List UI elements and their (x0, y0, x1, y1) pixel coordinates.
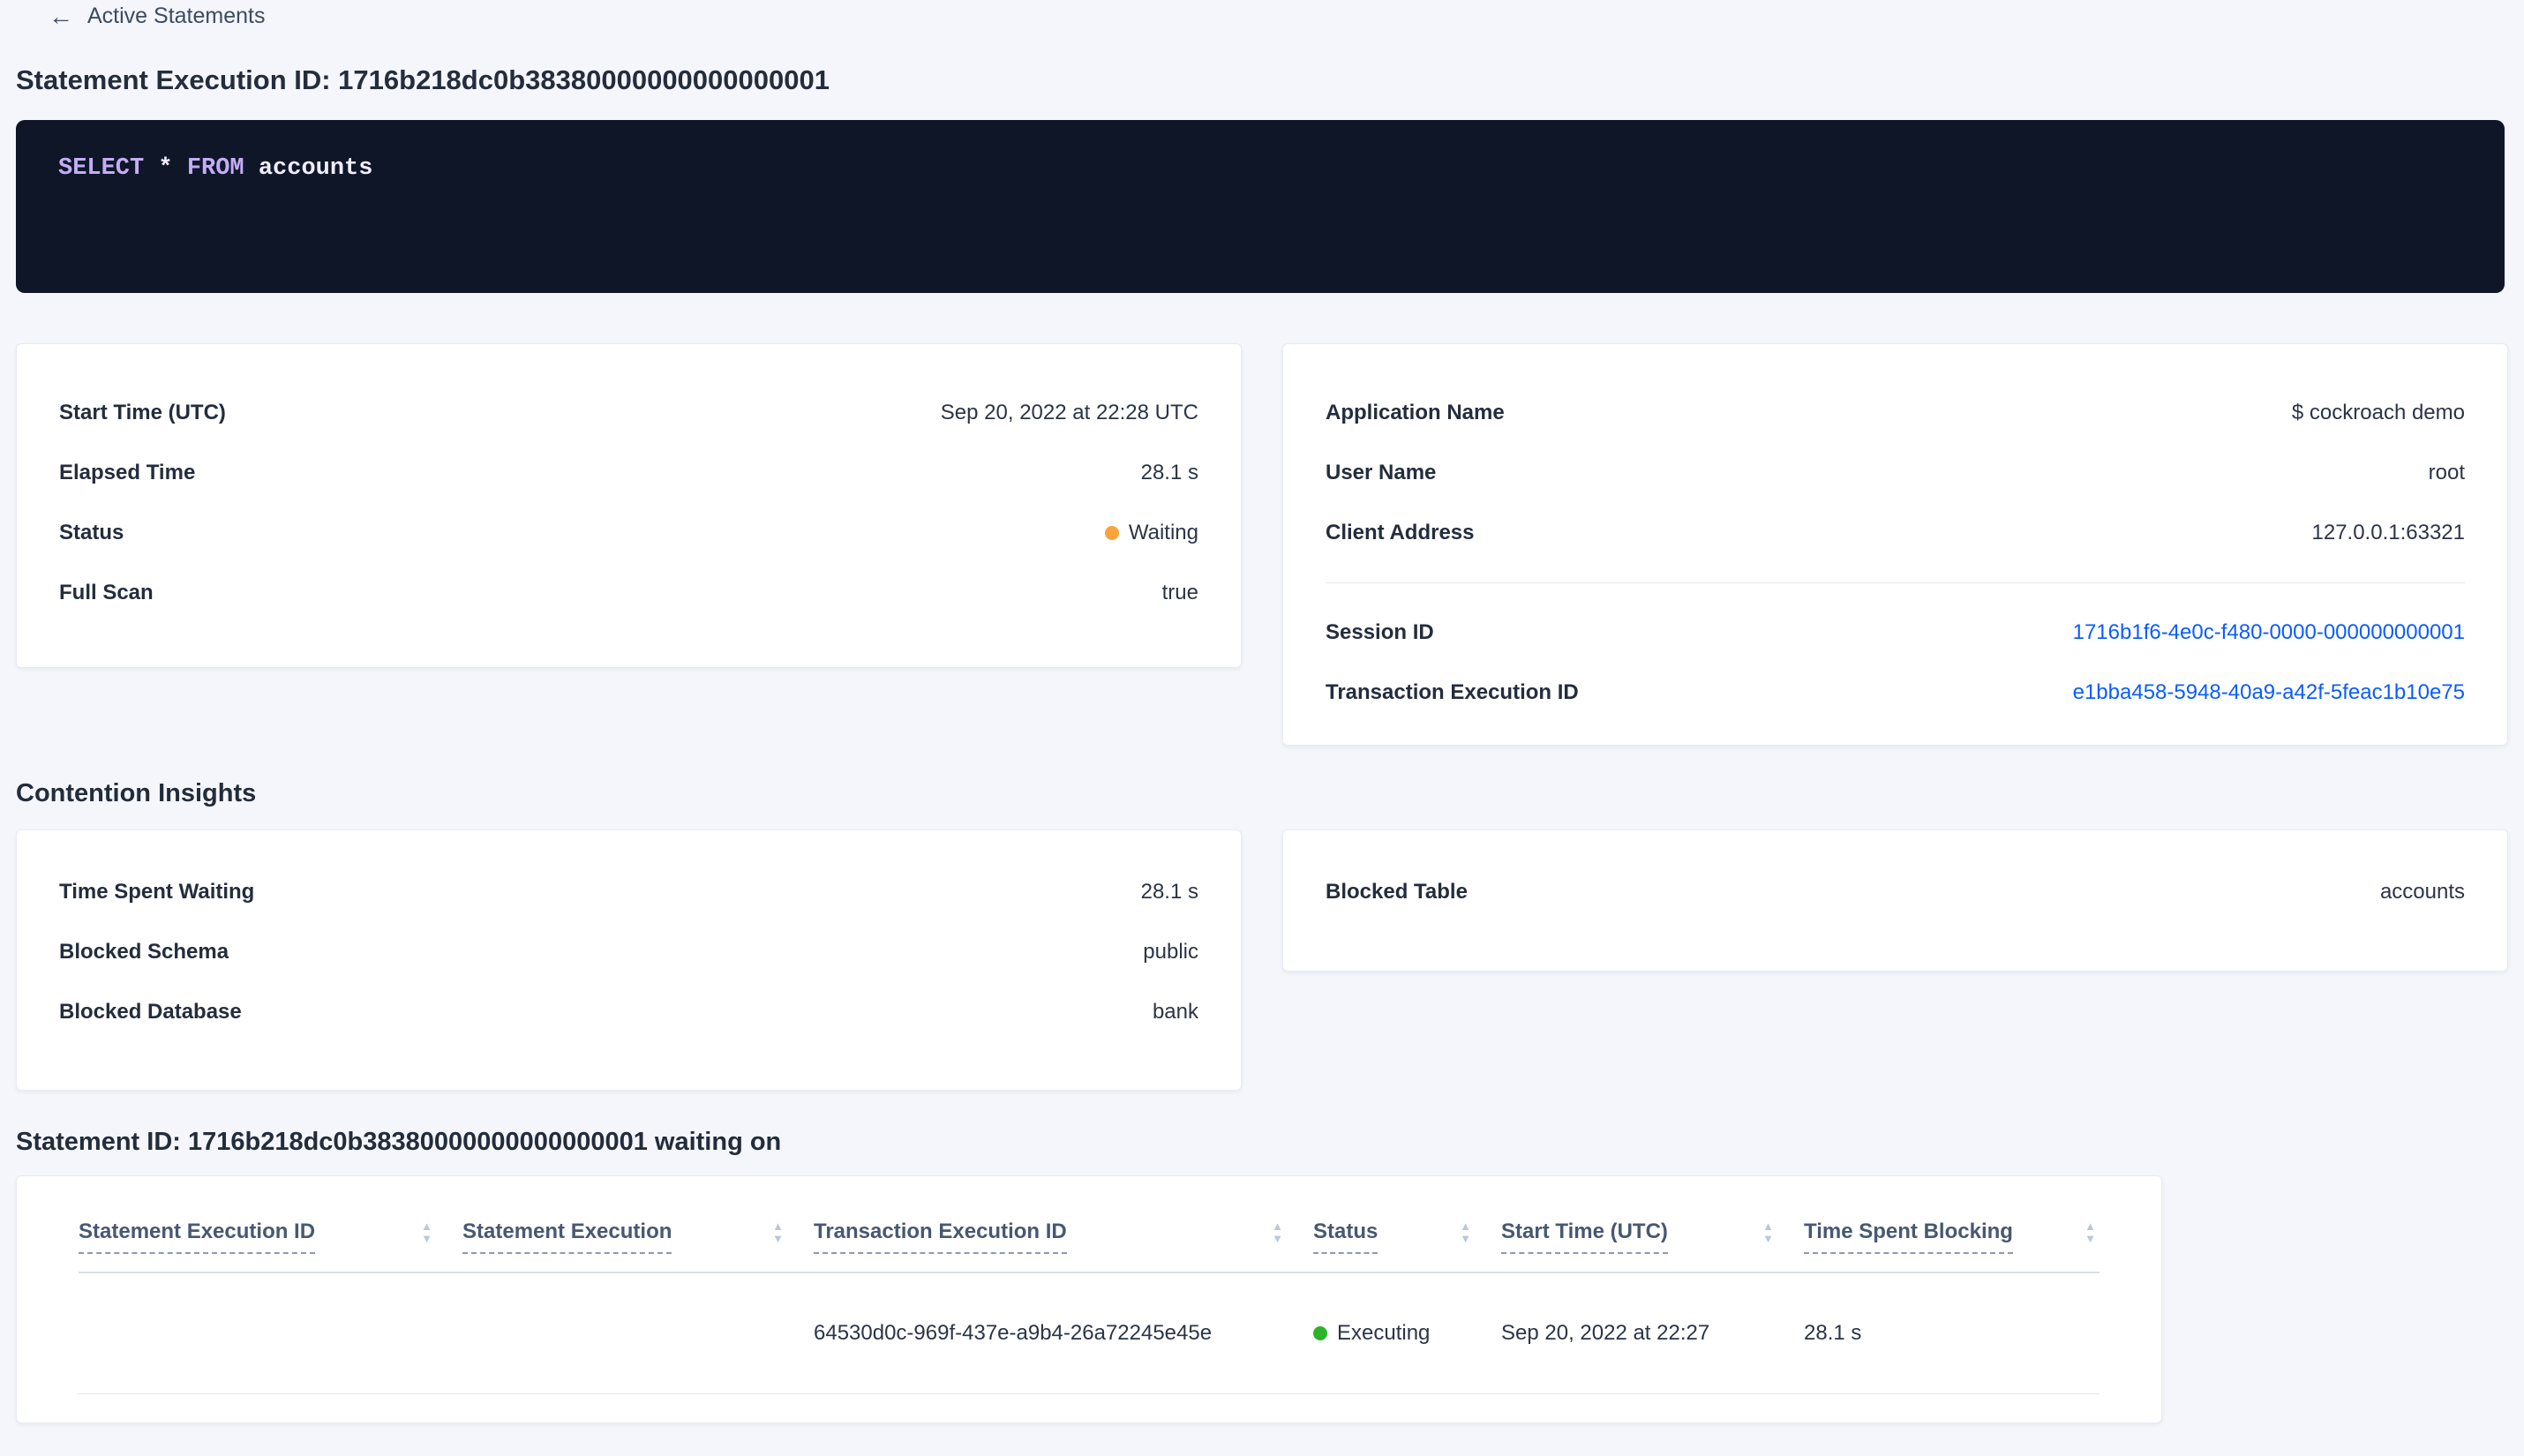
sort-desc-icon: ▼ (421, 1232, 432, 1245)
page-title: Statement Execution ID: 1716b218dc0b3838… (16, 64, 830, 95)
sort-icon[interactable]: ▲ ▼ (1460, 1220, 1471, 1244)
sort-icon[interactable]: ▲ ▼ (421, 1220, 432, 1244)
detail-value: Sep 20, 2022 at 22:28 UTC (940, 401, 1198, 424)
cell-start-time: Sep 20, 2022 at 22:27 (1501, 1321, 1710, 1345)
detail-row-status: Status Waiting (59, 503, 1198, 563)
sort-desc-icon: ▼ (1762, 1232, 1774, 1245)
status-text: Waiting (1128, 521, 1198, 544)
column-header-statement-execution[interactable]: Statement Execution ▲ ▼ (462, 1219, 814, 1254)
waiting-statements-table: Statement Execution ID ▲ ▼ Statement Exe… (16, 1175, 2162, 1423)
sort-asc-icon: ▲ (1762, 1220, 1774, 1233)
detail-label: Elapsed Time (59, 461, 196, 484)
sort-icon[interactable]: ▲ ▼ (2085, 1220, 2096, 1244)
detail-row-application-name: Application Name $ cockroach demo (1326, 383, 2465, 443)
detail-label: Application Name (1326, 401, 1505, 424)
detail-label: Status (59, 521, 124, 544)
detail-label: Session ID (1326, 620, 1434, 644)
detail-row-transaction-execution-id: Transaction Execution ID e1bba458-5948-4… (1326, 663, 2465, 723)
column-header-statement-execution-id[interactable]: Statement Execution ID ▲ ▼ (79, 1219, 462, 1254)
sql-table-name: accounts (244, 155, 373, 182)
cell-time-spent-blocking: 28.1 s (1804, 1321, 1862, 1345)
detail-row-blocked-table: Blocked Table accounts (1326, 862, 2465, 922)
back-link-label: Active Statements (87, 4, 266, 28)
cell-transaction-execution-id: 64530d0c-969f-437e-a9b4-26a72245e45e (814, 1321, 1213, 1345)
card-divider (1326, 582, 2465, 583)
sql-keyword-select: SELECT (58, 155, 145, 182)
contention-right-card: Blocked Table accounts (1282, 829, 2508, 972)
waiting-on-heading: Statement ID: 1716b218dc0b38380000000000… (16, 1128, 782, 1156)
back-link-active-statements[interactable]: ← Active Statements (49, 4, 265, 29)
contention-insights-heading: Contention Insights (16, 779, 257, 807)
detail-row-user-name: User Name root (1326, 443, 2465, 503)
sql-keyword-from: FROM (186, 155, 244, 182)
detail-label: Blocked Table (1326, 880, 1468, 904)
detail-value: public (1143, 940, 1198, 964)
detail-row-full-scan: Full Scan true (59, 563, 1198, 623)
sort-asc-icon: ▲ (1460, 1220, 1471, 1233)
sort-desc-icon: ▼ (1272, 1232, 1283, 1245)
sort-icon[interactable]: ▲ ▼ (772, 1220, 784, 1244)
detail-row-elapsed-time: Elapsed Time 28.1 s (59, 443, 1198, 503)
sort-icon[interactable]: ▲ ▼ (1272, 1220, 1283, 1244)
transaction-execution-id-link[interactable]: e1bba458-5948-40a9-a42f-5feac1b10e75 (2073, 680, 2465, 705)
contention-left-card: Time Spent Waiting 28.1 s Blocked Schema… (16, 829, 1242, 1091)
detail-row-start-time: Start Time (UTC) Sep 20, 2022 at 22:28 U… (59, 383, 1198, 443)
table-row: 64530d0c-969f-437e-a9b4-26a72245e45e Exe… (79, 1273, 2100, 1394)
detail-value: true (1161, 581, 1198, 604)
sql-star: * (144, 155, 187, 182)
status-executing-dot-icon (1313, 1326, 1327, 1340)
detail-label: Full Scan (59, 581, 154, 604)
detail-value: 28.1 s (1140, 461, 1198, 484)
column-header-transaction-execution-id[interactable]: Transaction Execution ID ▲ ▼ (814, 1219, 1313, 1254)
detail-label: User Name (1326, 461, 1437, 484)
sort-asc-icon: ▲ (421, 1220, 432, 1233)
overview-card: Start Time (UTC) Sep 20, 2022 at 22:28 U… (16, 343, 1242, 668)
sort-asc-icon: ▲ (772, 1220, 784, 1233)
column-header-time-spent-blocking[interactable]: Time Spent Blocking ▲ ▼ (1804, 1219, 2100, 1254)
detail-value: 28.1 s (1140, 880, 1198, 904)
detail-row-blocked-schema: Blocked Schema public (59, 922, 1198, 982)
sql-statement-text: SELECT * FROM accounts (58, 155, 372, 182)
sort-icon[interactable]: ▲ ▼ (1762, 1220, 1774, 1244)
detail-label: Blocked Database (59, 1000, 242, 1024)
detail-value: $ cockroach demo (2291, 401, 2465, 424)
detail-value: accounts (2379, 880, 2465, 904)
status-waiting-dot-icon (1104, 526, 1119, 540)
detail-row-time-spent-waiting: Time Spent Waiting 28.1 s (59, 862, 1198, 922)
detail-row-session-id: Session ID 1716b1f6-4e0c-f480-0000-00000… (1326, 603, 2465, 663)
detail-label: Blocked Schema (59, 940, 229, 964)
detail-row-blocked-database: Blocked Database bank (59, 982, 1198, 1042)
detail-label: Time Spent Waiting (59, 880, 255, 904)
sql-statement-box: SELECT * FROM accounts (16, 120, 2505, 293)
sort-asc-icon: ▲ (2085, 1220, 2096, 1233)
status-text: Executing (1337, 1321, 1431, 1345)
statement-execution-details-page: ← Active Statements Statement Execution … (0, 0, 2524, 1456)
detail-label: Transaction Execution ID (1326, 680, 1579, 704)
column-header-start-time[interactable]: Start Time (UTC) ▲ ▼ (1501, 1219, 1804, 1254)
sort-desc-icon: ▼ (772, 1232, 784, 1245)
arrow-left-icon: ← (49, 2, 73, 30)
detail-value: root (2428, 461, 2465, 484)
table-header-row: Statement Execution ID ▲ ▼ Statement Exe… (79, 1176, 2100, 1273)
detail-row-client-address: Client Address 127.0.0.1:63321 (1326, 503, 2465, 563)
status-badge: Waiting (1104, 521, 1198, 545)
detail-label: Client Address (1326, 521, 1475, 544)
session-card: Application Name $ cockroach demo User N… (1282, 343, 2508, 746)
sort-desc-icon: ▼ (2085, 1232, 2096, 1245)
column-header-status[interactable]: Status ▲ ▼ (1313, 1219, 1501, 1254)
session-id-link[interactable]: 1716b1f6-4e0c-f480-0000-000000000001 (2073, 620, 2465, 645)
detail-value: bank (1152, 1000, 1198, 1024)
sort-asc-icon: ▲ (1272, 1220, 1283, 1233)
sort-desc-icon: ▼ (1460, 1232, 1471, 1245)
detail-value: 127.0.0.1:63321 (2311, 521, 2466, 544)
detail-label: Start Time (UTC) (59, 401, 226, 424)
cell-status: Executing (1313, 1321, 1501, 1346)
